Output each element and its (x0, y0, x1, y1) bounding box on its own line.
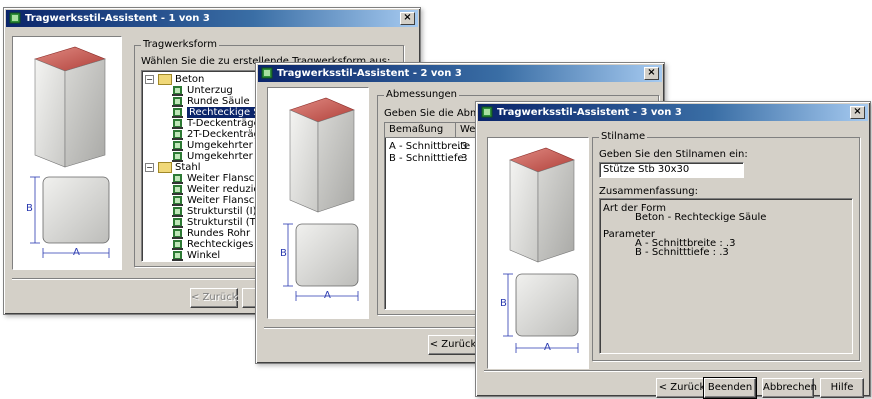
window-title: Tragwerksstil-Assistent - 3 von 3 (497, 107, 682, 118)
summary-label: Zusammenfassung: (599, 186, 698, 197)
dimension-value: .3 (458, 141, 468, 152)
close-button[interactable]: × (644, 67, 659, 80)
group-title: Tragwerksform (141, 39, 219, 50)
profile-icon (172, 173, 183, 184)
profile-icon (172, 140, 183, 151)
profile-icon (172, 96, 183, 107)
close-button[interactable]: × (400, 12, 415, 25)
profile-icon (172, 118, 183, 129)
profile-icon (172, 217, 183, 228)
finish-button[interactable]: Beenden (703, 377, 757, 399)
collapse-toggle-icon[interactable]: − (145, 75, 154, 84)
column-3d-preview (283, 97, 359, 301)
shape-preview: A B (487, 137, 589, 369)
summary-box: Art der Form Beton - Rechteckige Säule P… (599, 198, 853, 354)
profile-icon (172, 239, 183, 250)
window-title: Tragwerksstil-Assistent - 2 von 3 (277, 68, 462, 79)
style-name-group: Stilname Geben Sie den Stilnamen ein: St… (592, 131, 860, 361)
back-button[interactable]: < Zurück (190, 288, 238, 308)
style-name-input[interactable]: Stütze Stb 30x30 (599, 162, 744, 178)
profile-icon (172, 206, 183, 217)
title-bar[interactable]: Tragwerksstil-Assistent - 3 von 3 × (478, 104, 868, 121)
group-title: Abmessungen (384, 89, 460, 100)
shape-preview: A B (12, 36, 122, 270)
table-header-dimension[interactable]: Bemaßung (385, 123, 456, 138)
tree-item-label: Winkel (187, 250, 221, 261)
back-button[interactable]: < Zurück (428, 335, 478, 355)
tree-item[interactable]: Winkel (172, 249, 221, 261)
help-button[interactable]: Hilfe (820, 378, 864, 398)
summary-param-b: B - Schnitttiefe : .3 (635, 247, 729, 258)
dimension-b-label: B (280, 248, 287, 259)
folder-icon (158, 161, 172, 173)
title-bar[interactable]: Tragwerksstil-Assistent - 1 von 3 × (6, 10, 418, 27)
profile-icon (172, 184, 183, 195)
dimension-name: B - Schnitttiefe (389, 153, 464, 164)
column-3d-preview (503, 147, 579, 353)
profile-icon (172, 250, 183, 261)
dimension-b-label: B (26, 203, 33, 214)
dimension-a-label: A (324, 290, 331, 301)
button-separator (484, 370, 862, 372)
profile-icon (172, 129, 183, 140)
style-name-value: Stütze Stb 30x30 (603, 164, 690, 175)
style-name-prompt: Geben Sie den Stilnamen ein: (599, 149, 748, 160)
dimension-value: .3 (458, 153, 468, 164)
dimension-b-label: B (500, 298, 507, 309)
shape-preview: A B (267, 87, 369, 319)
close-button[interactable]: × (850, 106, 865, 119)
group-title: Stilname (599, 131, 648, 142)
profile-icon (172, 107, 183, 118)
column-3d-preview (30, 46, 110, 258)
back-button[interactable]: < Zurück (656, 378, 708, 398)
collapse-toggle-icon[interactable]: − (145, 163, 154, 172)
cancel-button[interactable]: Abbrechen (762, 378, 817, 398)
profile-icon (172, 228, 183, 239)
title-bar[interactable]: Tragwerksstil-Assistent - 2 von 3 × (258, 65, 662, 82)
wizard-icon (9, 12, 21, 24)
dimension-a-label: A (73, 247, 80, 258)
summary-form-value: Beton - Rechteckige Säule (635, 212, 767, 223)
dimension-a-label: A (544, 342, 551, 353)
folder-icon (158, 73, 172, 85)
profile-icon (172, 195, 183, 206)
wizard-icon (261, 67, 273, 79)
wizard-icon (481, 106, 493, 118)
wizard-dialog-step-3: Tragwerksstil-Assistent - 3 von 3 × A B … (475, 101, 871, 399)
profile-icon (172, 151, 183, 162)
window-title: Tragwerksstil-Assistent - 1 von 3 (25, 13, 210, 24)
profile-icon (172, 85, 183, 96)
